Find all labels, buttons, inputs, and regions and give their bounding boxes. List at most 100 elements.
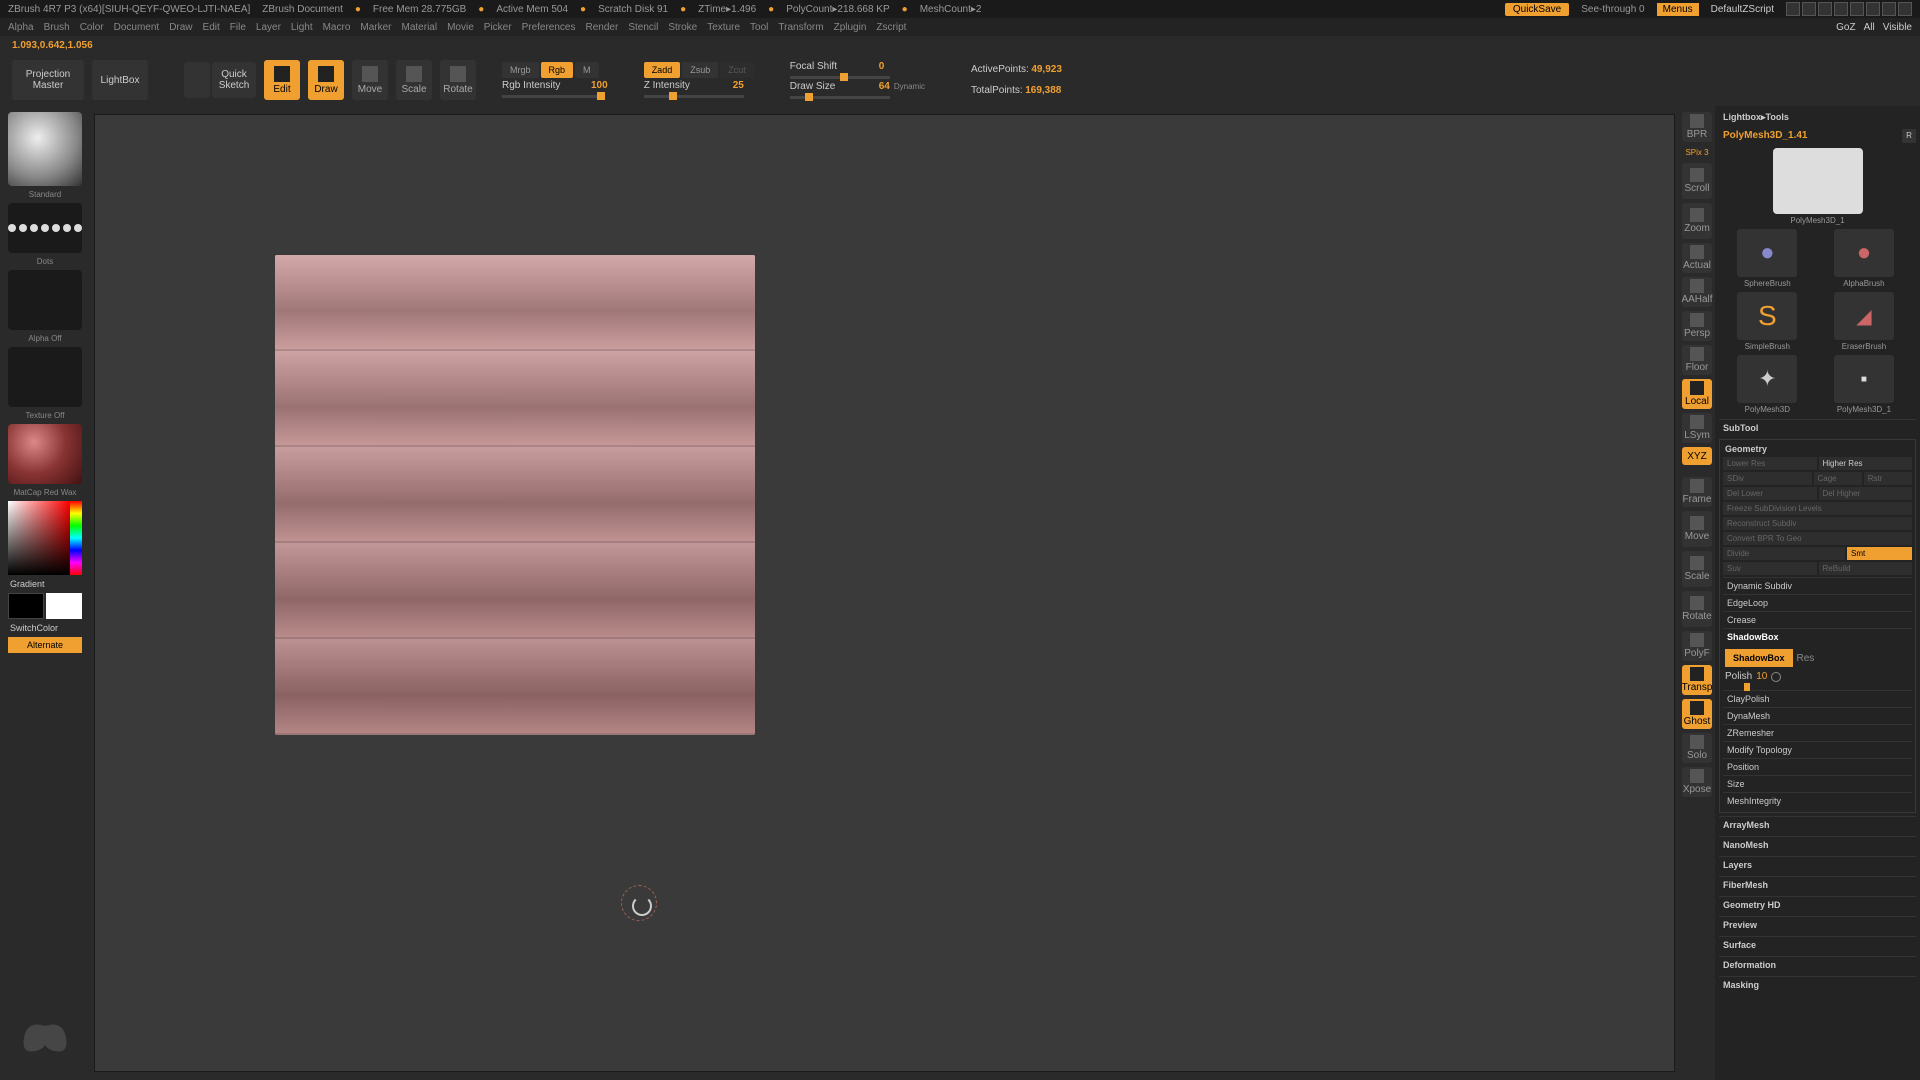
goz-button[interactable]: GoZ (1836, 22, 1855, 33)
lightbox-button[interactable]: LightBox (92, 60, 148, 100)
polish-value[interactable]: 10 (1756, 671, 1767, 682)
color-picker[interactable] (8, 501, 82, 575)
menu-item[interactable]: Draw (169, 22, 192, 33)
switch-color-button[interactable]: SwitchColor (10, 623, 58, 633)
menu-item[interactable]: Stroke (668, 22, 697, 33)
size-section[interactable]: Size (1723, 775, 1912, 792)
persp-button[interactable]: Persp (1682, 311, 1712, 341)
z-intensity-value[interactable]: 25 (733, 80, 744, 91)
material-selector[interactable] (8, 424, 82, 484)
menu-item[interactable]: Layer (256, 22, 281, 33)
layout-icon[interactable] (1818, 2, 1832, 16)
tool-thumb[interactable]: ◢ (1834, 292, 1894, 340)
nav-move-button[interactable]: Move (1682, 511, 1712, 547)
focal-shift-slider[interactable] (790, 76, 890, 79)
zoom-button[interactable]: Zoom (1682, 203, 1712, 239)
gradient-toggle[interactable]: Gradient (10, 579, 45, 589)
tool-thumb[interactable]: ✦ (1737, 355, 1797, 403)
crease-section[interactable]: Crease (1723, 611, 1912, 628)
actual-button[interactable]: Actual (1682, 243, 1712, 273)
deformation-section[interactable]: Deformation (1719, 956, 1916, 973)
shadowbox-section[interactable]: ShadowBox (1723, 628, 1912, 645)
menu-item[interactable]: Tool (750, 22, 768, 33)
alternate-button[interactable]: Alternate (8, 637, 82, 653)
ghost-button[interactable]: Ghost (1682, 699, 1712, 729)
scroll-button[interactable]: Scroll (1682, 163, 1712, 199)
tool-thumb[interactable]: ■ (1834, 355, 1894, 403)
cage-button[interactable]: Cage (1814, 472, 1862, 485)
freeze-subdiv-button[interactable]: Freeze SubDivision Levels (1723, 502, 1912, 515)
subtool-section[interactable]: SubTool (1719, 419, 1916, 436)
masking-section[interactable]: Masking (1719, 976, 1916, 993)
z-intensity-slider[interactable] (644, 95, 744, 98)
stroke-selector[interactable] (8, 203, 82, 253)
fibermesh-section[interactable]: FiberMesh (1719, 876, 1916, 893)
close-icon[interactable] (1898, 2, 1912, 16)
del-lower-button[interactable]: Del Lower (1723, 487, 1817, 500)
dynamic-subdiv-section[interactable]: Dynamic Subdiv (1723, 577, 1912, 594)
minimize-icon[interactable] (1882, 2, 1896, 16)
menu-item[interactable]: Texture (707, 22, 740, 33)
polish-mode-dot[interactable] (1771, 672, 1781, 682)
menu-item[interactable]: Transform (778, 22, 823, 33)
menu-item[interactable]: Zplugin (834, 22, 867, 33)
focal-shift-value[interactable]: 0 (879, 61, 885, 72)
projection-master-button[interactable]: ProjectionMaster (12, 60, 84, 100)
secondary-color[interactable] (8, 593, 44, 619)
default-zscript[interactable]: DefaultZScript (1711, 4, 1774, 15)
menu-item[interactable]: Picker (484, 22, 512, 33)
nanomesh-section[interactable]: NanoMesh (1719, 836, 1916, 853)
menu-item[interactable]: Document (114, 22, 160, 33)
tool-thumb[interactable]: S (1737, 292, 1797, 340)
viewport-canvas[interactable] (94, 114, 1675, 1072)
home-icon[interactable] (1834, 2, 1848, 16)
arraymesh-section[interactable]: ArrayMesh (1719, 816, 1916, 833)
move-mode-button[interactable]: Move (352, 60, 388, 100)
quicksketch-icon[interactable] (184, 62, 210, 98)
lightbox-tools-header[interactable]: Lightbox▸Tools (1719, 110, 1916, 125)
floor-button[interactable]: Floor (1682, 345, 1712, 375)
zcut-button[interactable]: Zcut (720, 62, 754, 78)
shadowbox-button[interactable]: ShadowBox (1725, 649, 1793, 667)
lsym-button[interactable]: LSym (1682, 413, 1712, 443)
zadd-button[interactable]: Zadd (644, 62, 681, 78)
menu-item[interactable]: Render (586, 22, 619, 33)
menu-item[interactable]: Marker (360, 22, 391, 33)
dynamesh-section[interactable]: DynaMesh (1723, 707, 1912, 724)
quicksave-button[interactable]: QuickSave (1505, 3, 1569, 16)
edit-mode-button[interactable]: Edit (264, 60, 300, 100)
rgb-button[interactable]: Rgb (541, 62, 574, 78)
see-through-slider[interactable]: See-through 0 (1581, 4, 1644, 15)
scale-mode-button[interactable]: Scale (396, 60, 432, 100)
reconstruct-button[interactable]: Reconstruct Subdiv (1723, 517, 1912, 530)
menu-item[interactable]: File (230, 22, 246, 33)
tool-thumb[interactable]: ● (1834, 229, 1894, 277)
rotate-mode-button[interactable]: Rotate (440, 60, 476, 100)
claypolish-section[interactable]: ClayPolish (1723, 690, 1912, 707)
nav-rotate-button[interactable]: Rotate (1682, 591, 1712, 627)
zsub-button[interactable]: Zsub (682, 62, 718, 78)
goz-all-button[interactable]: All (1864, 22, 1875, 33)
solo-button[interactable]: Solo (1682, 733, 1712, 763)
rebuild-button[interactable]: ReBuild (1819, 562, 1913, 575)
menu-item[interactable]: Movie (447, 22, 474, 33)
menu-item[interactable]: Alpha (8, 22, 34, 33)
rgb-intensity-slider[interactable] (502, 95, 602, 98)
tool-thumb[interactable]: ● (1737, 229, 1797, 277)
zremesher-section[interactable]: ZRemesher (1723, 724, 1912, 741)
primary-color[interactable] (46, 593, 82, 619)
polyf-button[interactable]: PolyF (1682, 631, 1712, 661)
suv-button[interactable]: Suv (1723, 562, 1817, 575)
menu-item[interactable]: Macro (323, 22, 351, 33)
mrgb-button[interactable]: Mrgb (502, 62, 539, 78)
rgb-intensity-value[interactable]: 100 (591, 80, 608, 91)
layout-icon[interactable] (1786, 2, 1800, 16)
convert-bpr-button[interactable]: Convert BPR To Geo (1723, 532, 1912, 545)
geometryhd-section[interactable]: Geometry HD (1719, 896, 1916, 913)
edgeloop-section[interactable]: EdgeLoop (1723, 594, 1912, 611)
draw-mode-button[interactable]: Draw (308, 60, 344, 100)
texture-selector[interactable] (8, 347, 82, 407)
menu-item[interactable]: Brush (44, 22, 70, 33)
layout-icon[interactable] (1802, 2, 1816, 16)
sdiv-slider[interactable]: SDiv (1723, 472, 1812, 485)
